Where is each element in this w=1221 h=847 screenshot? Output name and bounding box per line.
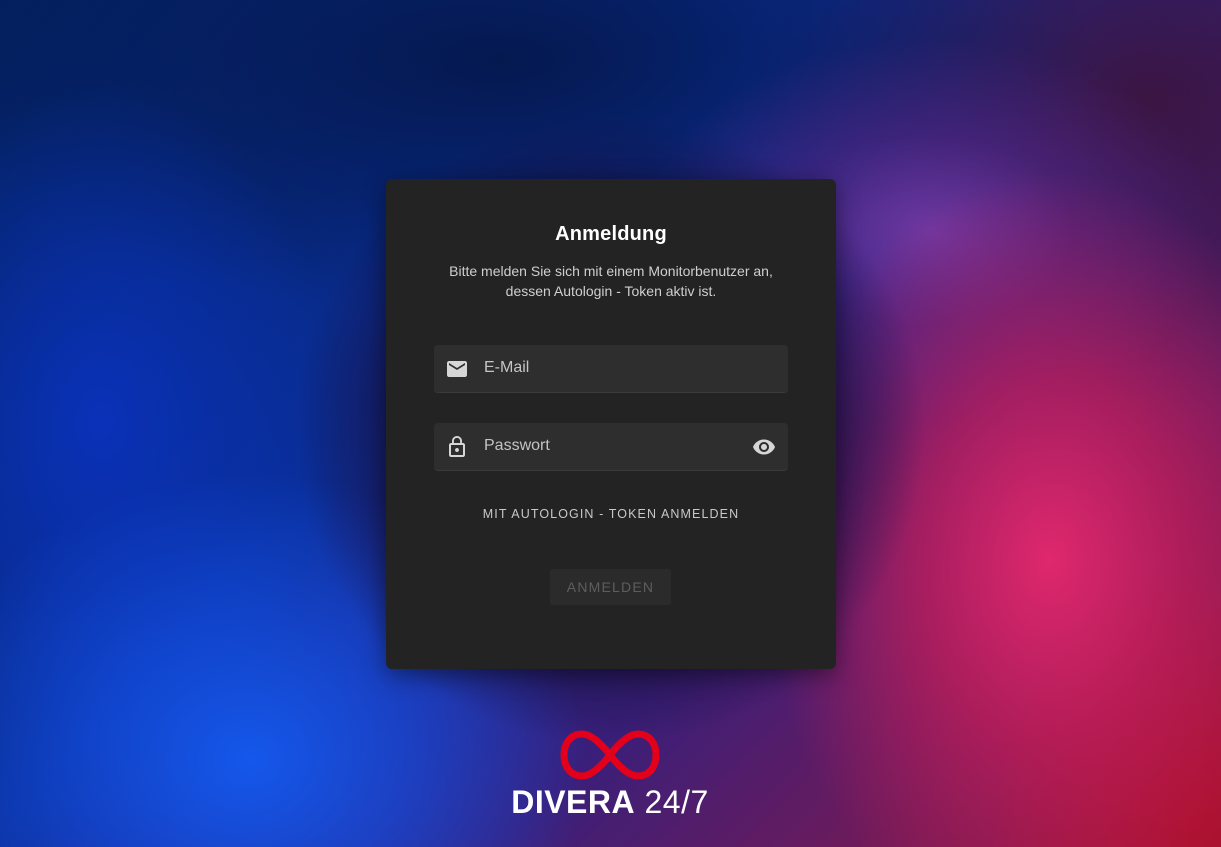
brand: DIVERA 24/7 xyxy=(460,728,760,828)
login-card: Anmeldung Bitte melden Sie sich mit eine… xyxy=(386,179,836,669)
login-subtitle: Bitte melden Sie sich mit einem Monitorb… xyxy=(449,263,773,299)
password-input[interactable] xyxy=(484,423,734,469)
eye-icon[interactable] xyxy=(752,435,776,459)
login-title: Anmeldung xyxy=(555,223,667,245)
infinity-logo-icon xyxy=(560,730,660,780)
brand-name: DIVERA 24/7 xyxy=(460,784,760,820)
email-input[interactable] xyxy=(484,345,734,391)
password-field[interactable] xyxy=(434,423,788,471)
lock-icon xyxy=(445,435,469,459)
brand-name-light: 24/7 xyxy=(635,784,709,820)
email-field[interactable] xyxy=(434,345,788,393)
autologin-token-link[interactable]: MIT AUTOLOGIN - TOKEN ANMELDEN xyxy=(386,507,836,521)
brand-name-bold: DIVERA xyxy=(511,784,636,820)
mail-icon xyxy=(445,357,469,381)
login-button[interactable]: ANMELDEN xyxy=(550,569,671,605)
